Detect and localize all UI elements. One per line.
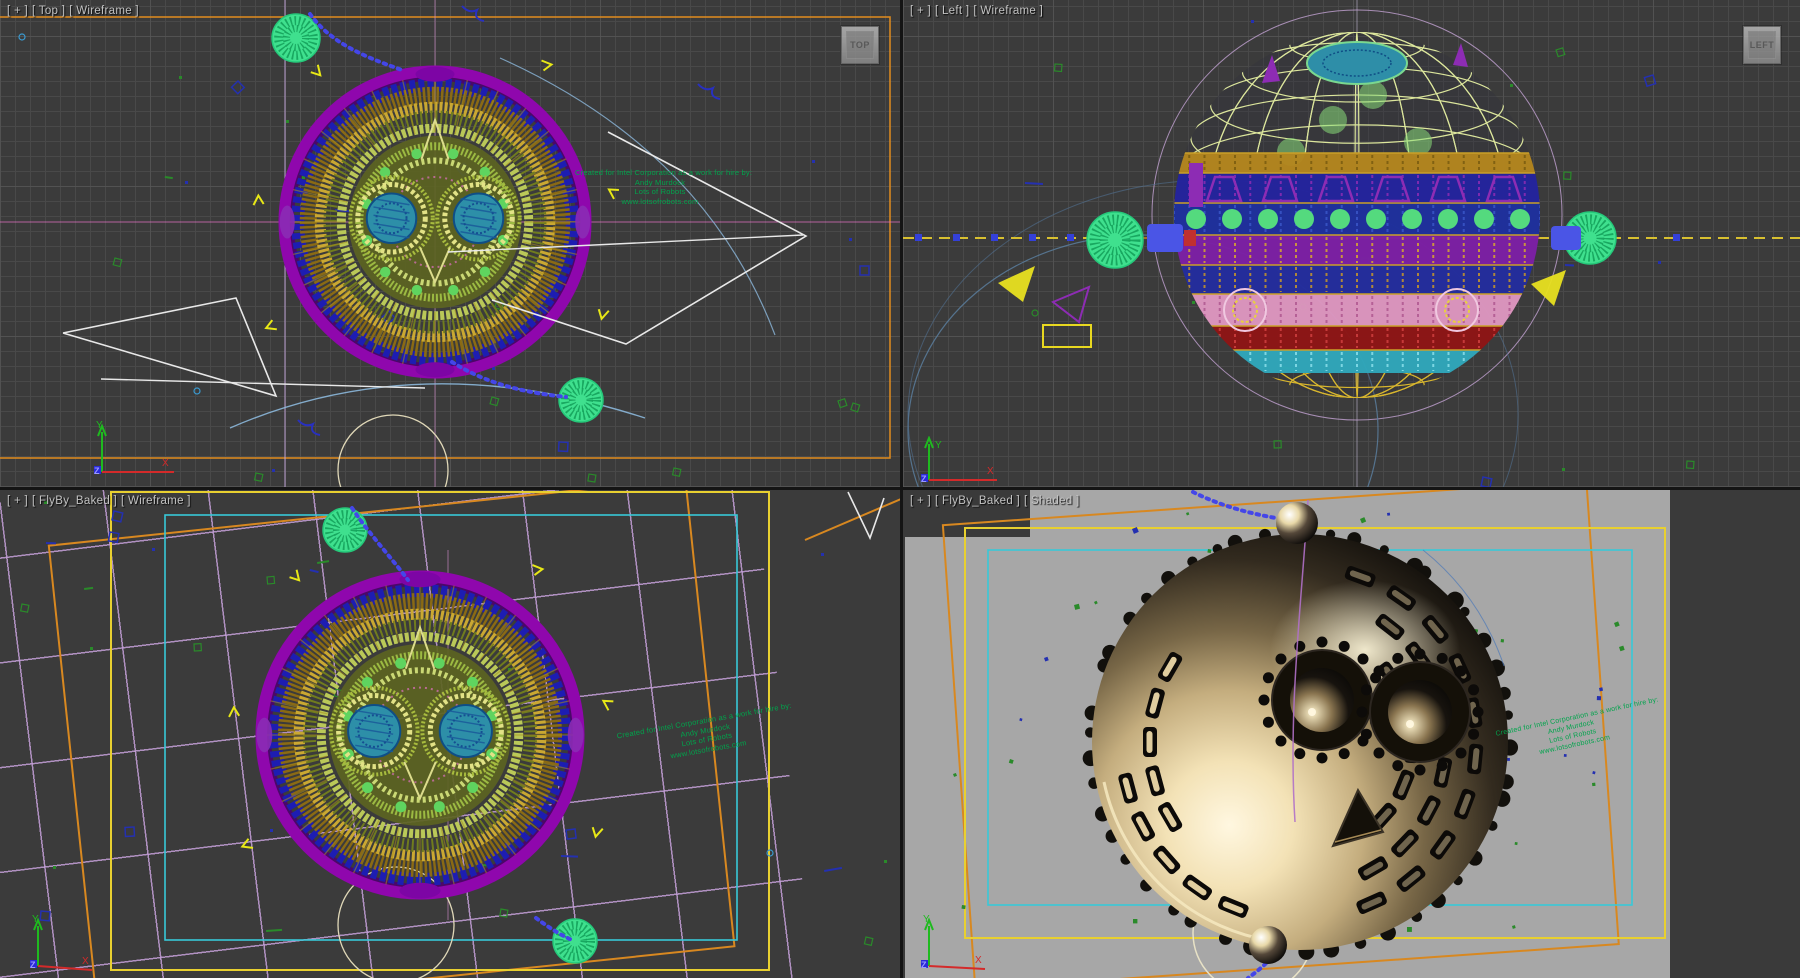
viewport-menu-pov[interactable]: [ Left ] <box>935 5 969 17</box>
viewport-menu-general[interactable]: [ + ] <box>910 495 931 507</box>
viewport-menu-general[interactable]: [ + ] <box>7 5 28 17</box>
viewport-menu-general[interactable]: [ + ] <box>7 495 28 507</box>
viewport-canvas-left <box>903 0 1800 487</box>
viewport-canvas-top <box>0 0 900 487</box>
viewport-flyby-shaded[interactable]: [ + ][ FlyBy_Baked ][ Shaded ] Created f… <box>903 490 1800 978</box>
viewport-menu-shading[interactable]: [ Wireframe ] <box>121 495 191 507</box>
viewport-label: [ + ] [ FlyBy_Baked ] [ Shaded ] <box>910 495 1083 507</box>
axis-y-label: Y <box>96 420 103 431</box>
viewport-quad-stage: [ + ] [ Top ] [ Wireframe ] TOP Created fo… <box>0 0 1800 978</box>
viewcube[interactable]: LEFT <box>1743 26 1781 64</box>
satellite-ball[interactable] <box>559 378 603 422</box>
axis-z-label: Z <box>30 960 36 970</box>
viewport-canvas-flyby-shaded <box>903 490 1800 978</box>
axis-y-label: Y <box>923 914 930 925</box>
axis-tripod: Y X Z <box>913 914 1013 976</box>
axis-tripod: Y X Z <box>22 914 122 976</box>
viewport-menu-pov[interactable]: [ FlyBy_Baked ] <box>935 495 1020 507</box>
viewcube-face-label: LEFT <box>1750 40 1775 50</box>
satellite-ball[interactable] <box>323 508 367 552</box>
viewport-menu-general[interactable]: [ + ] <box>910 5 931 17</box>
satellite-ball[interactable] <box>553 919 597 963</box>
axis-x-label: X <box>975 955 982 966</box>
satellite-ball-shaded <box>1276 502 1318 544</box>
owl-sphere-shaded[interactable] <box>1083 500 1518 960</box>
axis-x-label: X <box>987 466 994 477</box>
viewport-label: [ + ] [ Left ] [ Wireframe ] <box>910 5 1047 17</box>
axis-y-label: Y <box>32 914 39 925</box>
satellite-ball[interactable] <box>272 14 320 62</box>
axis-z-label: Z <box>921 474 927 484</box>
viewport-menu-pov[interactable]: [ FlyBy_Baked ] <box>32 495 117 507</box>
owl-sphere-wireframe[interactable] <box>229 565 615 898</box>
axis-tripod: Y X Z <box>86 418 186 480</box>
scene-top-wireframe <box>0 0 900 487</box>
viewport-menu-shading[interactable]: [ Shaded ] <box>1024 495 1079 507</box>
viewport-top[interactable]: [ + ] [ Top ] [ Wireframe ] TOP Created fo… <box>0 0 900 487</box>
owl-sphere-wireframe[interactable] <box>253 61 620 378</box>
axis-y-label: Y <box>935 440 942 451</box>
scene-left-wireframe <box>903 0 1800 487</box>
satellite-ball[interactable] <box>1087 212 1143 268</box>
viewport-menu-shading[interactable]: [ Wireframe ] <box>973 5 1043 17</box>
axis-tripod: Y X Z <box>913 436 1013 487</box>
scene-flyby-shaded <box>903 490 1800 978</box>
axis-x-label: X <box>82 956 89 967</box>
viewcube-face-label: TOP <box>850 40 870 50</box>
viewport-flyby-wireframe[interactable]: [ + ][ FlyBy_Baked ][ Wireframe ] Create… <box>0 490 900 978</box>
viewport-menu-pov[interactable]: [ Top ] <box>32 5 65 17</box>
axis-x-label: X <box>162 458 169 469</box>
viewport-label: [ + ] [ Top ] [ Wireframe ] <box>7 5 143 17</box>
satellite-ball-shaded <box>1249 926 1287 964</box>
owl-sphere-left-view[interactable] <box>1174 27 1566 402</box>
viewport-left[interactable]: [ + ] [ Left ] [ Wireframe ] LEFT Y X Z <box>903 0 1800 487</box>
axis-z-label: Z <box>921 960 927 970</box>
viewcube[interactable]: TOP <box>841 26 879 64</box>
viewport-label: [ + ] [ FlyBy_Baked ] [ Wireframe ] <box>7 495 195 507</box>
axis-z-label: Z <box>94 466 100 476</box>
viewport-menu-shading[interactable]: [ Wireframe ] <box>69 5 139 17</box>
attribution-text: Created for Intel Corporation as a work … <box>575 168 745 206</box>
